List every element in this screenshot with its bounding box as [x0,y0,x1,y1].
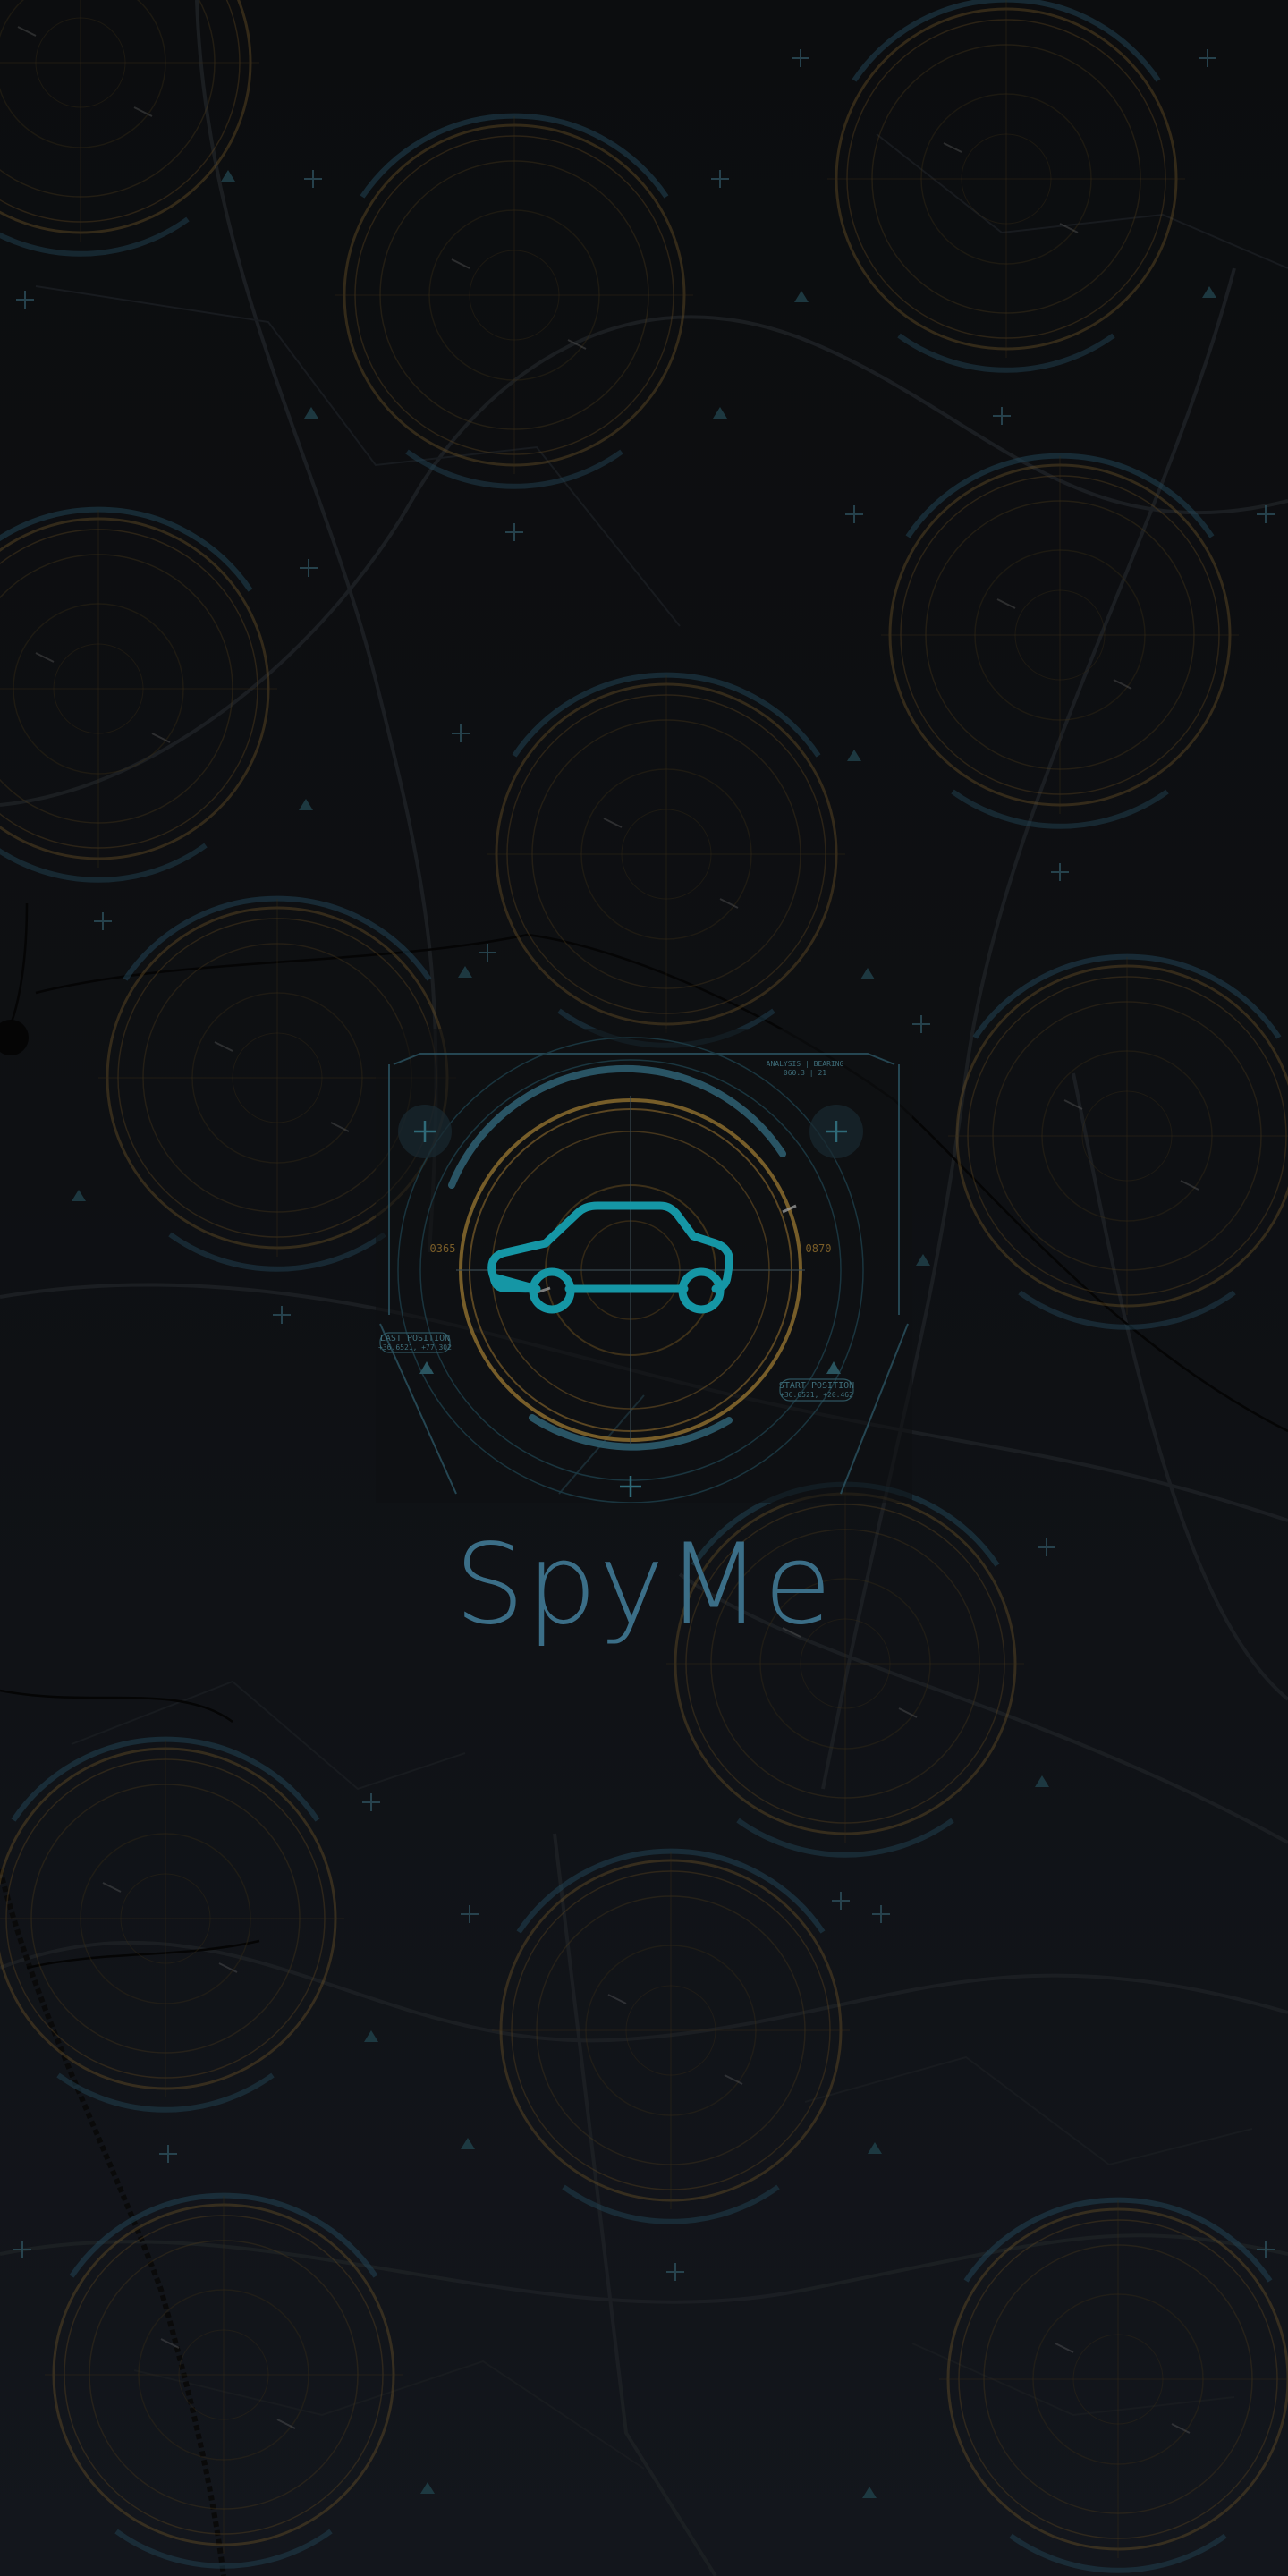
analysis-value: 060.3 | 21 [784,1069,826,1077]
splash-screen: LAST POSITION +36.6521, +77.302 START PO… [0,0,1288,2576]
bearing-right-label: 0870 [806,1242,832,1255]
last-position-label: LAST POSITION [380,1334,450,1343]
app-title: SpyMe [453,1521,835,1649]
bearing-left-label: 0365 [430,1242,456,1255]
app-logo: LAST POSITION +36.6521, +77.302 START PO… [376,1029,912,1503]
start-position-label: START POSITION [779,1381,854,1391]
last-position-coords: +36.6521, +77.302 [378,1343,452,1352]
analysis-label: ANALYSIS | BEARING [767,1060,844,1068]
start-position-coords: +36.6521, +20.462 [780,1391,853,1399]
